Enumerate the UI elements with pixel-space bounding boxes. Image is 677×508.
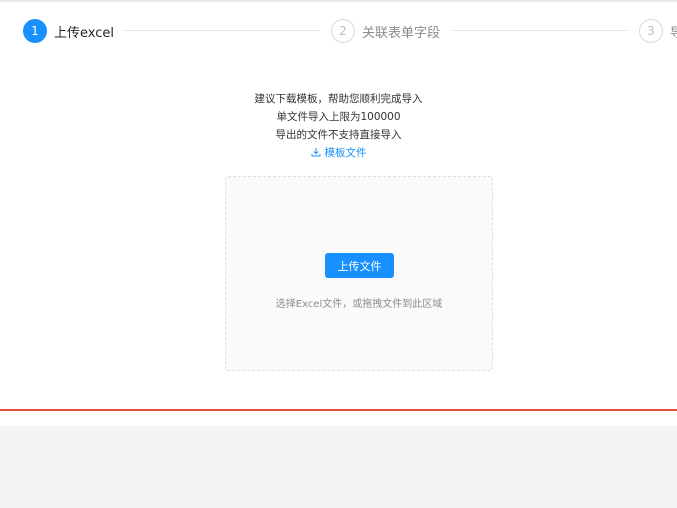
instruction-line-3: 导出的文件不支持直接导入 — [275, 129, 402, 141]
template-download-link[interactable]: 模板文件 — [0, 145, 677, 161]
upload-file-button[interactable]: 上传文件 — [325, 253, 394, 278]
red-divider — [0, 409, 677, 411]
steps-bar: 1 上传excel 2 关联表单字段 3 导 — [0, 18, 677, 44]
upload-drop-zone[interactable]: 上传文件 选择Excel文件，或拖拽文件到此区域 — [225, 176, 493, 371]
step-3-label: 导 — [670, 25, 677, 41]
step-2: 2 关联表单字段 — [331, 18, 440, 44]
top-border — [0, 0, 677, 2]
instruction-line-2: 单文件导入上限为100000 — [276, 111, 401, 123]
import-page: 1 上传excel 2 关联表单字段 3 导 建议下载模板，帮助您顺利完成导入 … — [0, 0, 677, 508]
step-connector-2 — [451, 30, 629, 31]
instruction-line-1: 建议下载模板，帮助您顺利完成导入 — [254, 93, 423, 105]
step-2-number: 2 — [331, 19, 355, 43]
step-3: 3 导 — [639, 18, 677, 44]
step-3-number: 3 — [639, 19, 663, 43]
download-icon — [311, 148, 320, 157]
import-instructions: 建议下载模板，帮助您顺利完成导入 单文件导入上限为100000 导出的文件不支持… — [0, 90, 677, 144]
step-1: 1 上传excel — [23, 18, 114, 44]
step-1-label: 上传excel — [54, 25, 114, 41]
upload-hint: 选择Excel文件，或拖拽文件到此区域 — [275, 299, 443, 310]
footer-area — [0, 426, 677, 508]
step-1-number: 1 — [23, 19, 47, 43]
step-2-label: 关联表单字段 — [362, 25, 441, 41]
template-link-label[interactable]: 模板文件 — [325, 147, 367, 159]
step-connector-1 — [122, 30, 320, 31]
